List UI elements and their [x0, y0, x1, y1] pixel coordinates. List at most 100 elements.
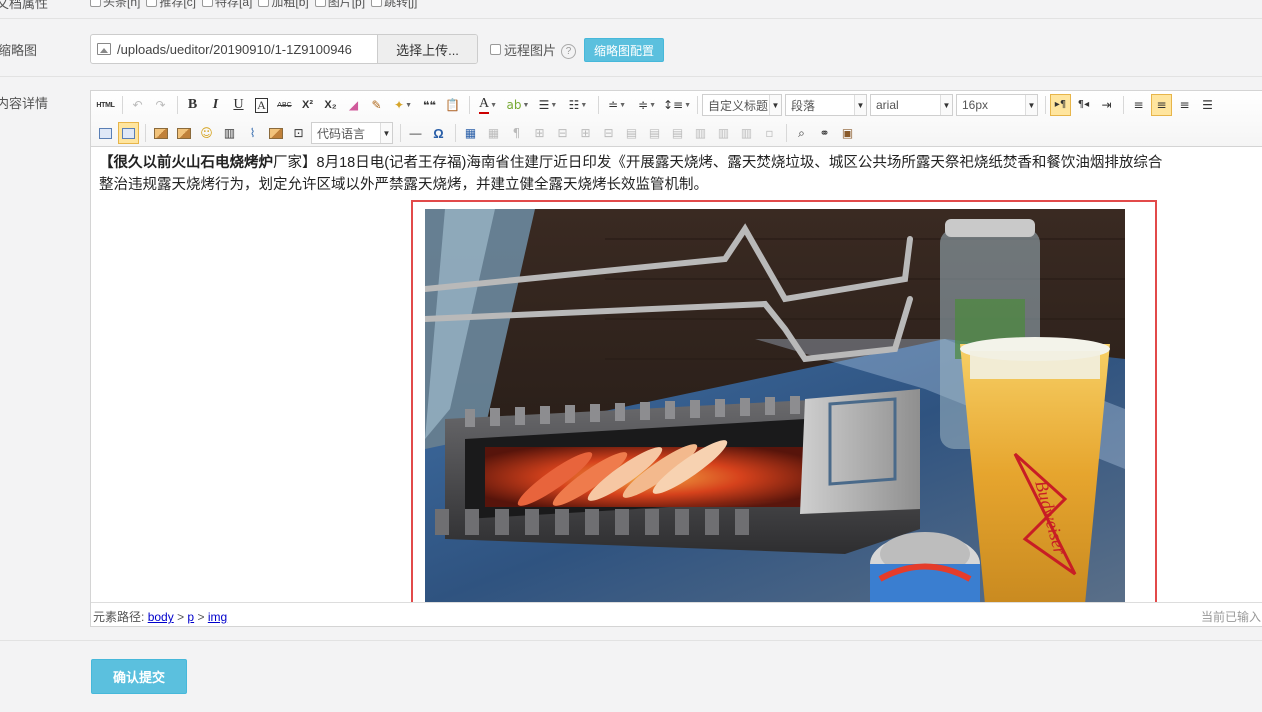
- split-cols-button[interactable]: ▥: [736, 122, 757, 144]
- redo-button[interactable]: ↷: [150, 94, 171, 116]
- fontborder-button[interactable]: A: [251, 94, 272, 116]
- subscript-button[interactable]: X₂: [320, 94, 341, 116]
- italic-button[interactable]: I: [205, 94, 226, 116]
- backcolor-button[interactable]: ab ▼: [504, 94, 532, 116]
- chevron-down-icon: ▼: [854, 95, 866, 115]
- custom-heading-select[interactable]: 自定义标题 ▼: [702, 94, 782, 116]
- split-rows-button[interactable]: ▥: [713, 122, 734, 144]
- attr-bold[interactable]: 加粗[b]: [258, 0, 309, 10]
- remote-image-checkbox[interactable]: [490, 44, 501, 55]
- chevron-down-icon: ▼: [619, 101, 626, 109]
- checkbox[interactable]: [371, 0, 383, 7]
- checkbox[interactable]: [146, 0, 158, 7]
- remote-image-option[interactable]: 远程图片: [490, 40, 556, 59]
- auto-format-button[interactable]: ✦ ▼: [389, 94, 417, 116]
- path-img-link[interactable]: img: [208, 610, 227, 624]
- justify-left-button[interactable]: ≡: [1128, 94, 1149, 116]
- paste-plain-button[interactable]: 📋: [442, 94, 463, 116]
- insert-table-button[interactable]: ▦: [460, 122, 481, 144]
- row-divider: [0, 18, 1262, 19]
- merge-right-button[interactable]: ▤: [644, 122, 665, 144]
- row-spacing-bottom-button[interactable]: ≑ ▼: [633, 94, 661, 116]
- attr-image[interactable]: 图片[p]: [314, 0, 365, 10]
- special-char-button[interactable]: Ω: [428, 122, 449, 144]
- delete-col-icon: ⊟: [603, 126, 614, 140]
- draft-button[interactable]: ▣: [837, 122, 858, 144]
- chart-button[interactable]: ▫: [759, 122, 780, 144]
- underline-button[interactable]: U: [228, 94, 249, 116]
- image-center-button[interactable]: [118, 122, 139, 144]
- attachment-button[interactable]: ⌇: [242, 122, 263, 144]
- blockquote-button[interactable]: ❝❝: [419, 94, 440, 116]
- line-height-icon: ↕≡: [662, 98, 684, 112]
- article-image[interactable]: Budweiser: [425, 209, 1125, 602]
- emotion-button[interactable]: ☺: [196, 122, 217, 144]
- merge-cells-button[interactable]: ▤: [621, 122, 642, 144]
- simple-upload-button[interactable]: [150, 122, 171, 144]
- attr-headline[interactable]: 头条[h]: [90, 0, 140, 10]
- checkbox[interactable]: [258, 0, 270, 7]
- attr-special[interactable]: 特荐[a]: [202, 0, 252, 10]
- chevron-down-icon: ▼: [522, 101, 530, 109]
- editor-content-area[interactable]: 【很久以前火山石电烧烤炉厂家】8月18日电(记者王存福)海南省住建厅近日印发《开…: [91, 148, 1262, 602]
- attr-redirect[interactable]: 跳转[j]: [371, 0, 417, 10]
- chevron-down-icon: ▼: [769, 95, 781, 115]
- merge-down-button[interactable]: ▤: [667, 122, 688, 144]
- insert-code-button[interactable]: ⊡: [288, 122, 309, 144]
- delete-col-button[interactable]: ⊟: [598, 122, 619, 144]
- justify-center-button[interactable]: ≡: [1151, 94, 1172, 116]
- line-height-button[interactable]: ↕≡ ▼: [663, 94, 691, 116]
- checkbox[interactable]: [90, 0, 101, 7]
- thumbnail-config-button[interactable]: 缩略图配置: [584, 38, 664, 62]
- search-replace-button[interactable]: ⚭: [814, 122, 835, 144]
- insert-video-button[interactable]: ▥: [219, 122, 240, 144]
- article-paragraph[interactable]: 【很久以前火山石电烧烤炉厂家】8月18日电(记者王存福)海南省住建厅近日印发《开…: [99, 152, 1262, 196]
- direction-rtl-button[interactable]: ¶◂: [1073, 94, 1094, 116]
- upload-button[interactable]: 选择上传...: [377, 35, 477, 63]
- insert-row-button[interactable]: ⊞: [529, 122, 550, 144]
- font-size-select[interactable]: 16px ▼: [956, 94, 1038, 116]
- insert-image-icon: [176, 127, 191, 139]
- path-body-link[interactable]: body: [148, 610, 174, 624]
- indent-button[interactable]: ⇥: [1096, 94, 1117, 116]
- format-brush-button[interactable]: ✎: [366, 94, 387, 116]
- insert-image-button[interactable]: [173, 122, 194, 144]
- paragraph-value: 段落: [791, 98, 816, 113]
- rtl-icon: ¶◂: [1077, 99, 1090, 110]
- submit-button[interactable]: 确认提交: [91, 659, 187, 694]
- delete-table-button[interactable]: ▦: [483, 122, 504, 144]
- justify-right-button[interactable]: ≡: [1174, 94, 1195, 116]
- checkbox[interactable]: [314, 0, 326, 7]
- undo-button[interactable]: ↶: [127, 94, 148, 116]
- scrawl-button[interactable]: [265, 122, 286, 144]
- unordered-list-button[interactable]: ☷ ▼: [564, 94, 592, 116]
- path-p-link[interactable]: p: [187, 610, 194, 624]
- paragraph-select[interactable]: 段落 ▼: [785, 94, 867, 116]
- code-language-select[interactable]: 代码语言 ▼: [311, 122, 393, 144]
- horizontal-rule-button[interactable]: —: [405, 122, 426, 144]
- image-none-button[interactable]: [95, 122, 116, 144]
- toolbar-separator: [177, 96, 178, 114]
- thumbnail-label: 缩略图: [0, 43, 38, 58]
- strikethrough-button[interactable]: ABC: [274, 94, 295, 116]
- thumbnail-path-input[interactable]: [117, 35, 379, 63]
- row-spacing-top-button[interactable]: ≐ ▼: [603, 94, 631, 116]
- bold-button[interactable]: B: [182, 94, 203, 116]
- help-icon[interactable]: ?: [561, 44, 576, 59]
- insert-paragraph-before-table-button[interactable]: ¶: [506, 122, 527, 144]
- forecolor-button[interactable]: A ▼: [474, 94, 502, 116]
- insert-col-button[interactable]: ⊞: [575, 122, 596, 144]
- ordered-list-button[interactable]: ☰ ▼: [534, 94, 562, 116]
- justify-full-button[interactable]: ☰: [1197, 94, 1218, 116]
- split-cells-button[interactable]: ▥: [690, 122, 711, 144]
- font-family-select[interactable]: arial ▼: [870, 94, 953, 116]
- source-html-button[interactable]: HTML: [95, 94, 116, 116]
- checkbox[interactable]: [202, 0, 214, 7]
- chevron-down-icon: ▼: [490, 101, 498, 109]
- preview-button[interactable]: ⌕: [791, 122, 812, 144]
- delete-row-button[interactable]: ⊟: [552, 122, 573, 144]
- attr-recommend[interactable]: 推荐[c]: [146, 0, 196, 10]
- superscript-button[interactable]: X²: [297, 94, 318, 116]
- direction-ltr-button[interactable]: ▸¶: [1050, 94, 1071, 116]
- eraser-button[interactable]: ◢: [343, 94, 364, 116]
